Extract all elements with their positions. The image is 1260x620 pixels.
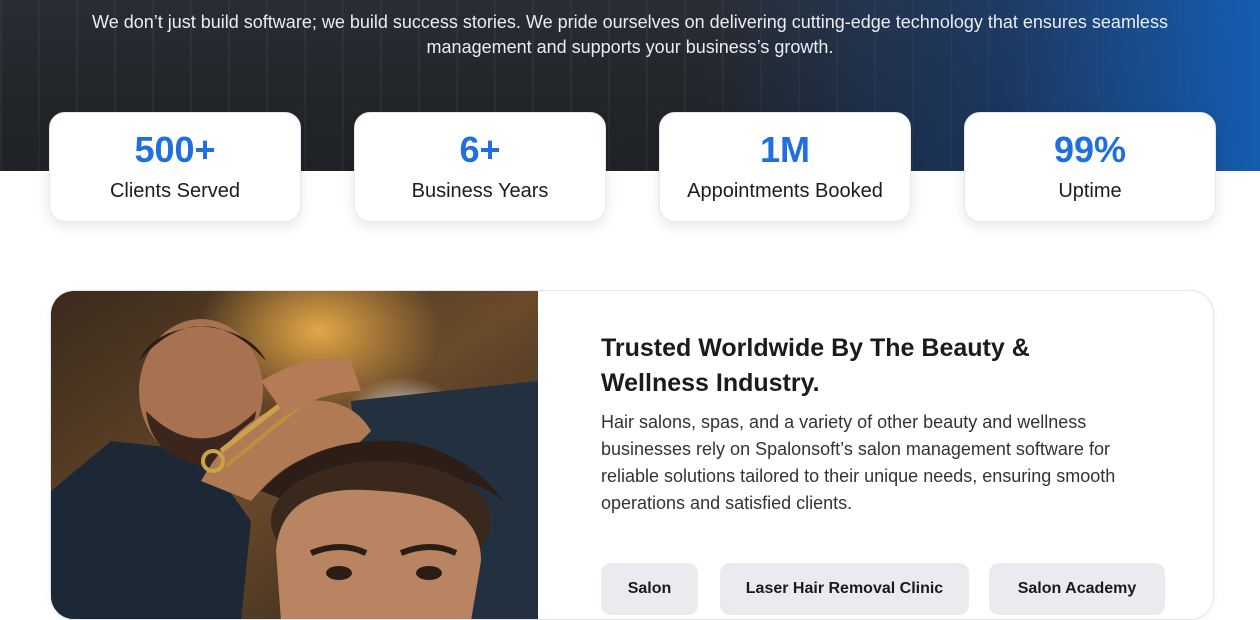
- stat-card-uptime: 99% Uptime: [964, 112, 1216, 222]
- stat-value: 1M: [759, 129, 810, 170]
- feature-title: Trusted Worldwide By The Beauty & Wellne…: [601, 331, 1101, 401]
- hero-description: We don’t just build software; we build s…: [0, 10, 1260, 60]
- stat-value: 500+: [134, 129, 216, 170]
- stat-label: Uptime: [1058, 180, 1122, 202]
- tag-label: Salon: [627, 580, 672, 597]
- tag-salon-academy[interactable]: Salon Academy: [989, 563, 1165, 615]
- tag-label: Salon Academy: [1017, 580, 1137, 597]
- feature-title-line-2: Wellness Industry.: [601, 369, 820, 397]
- trusted-feature-section: Trusted Worldwide By The Beauty & Wellne…: [50, 290, 1214, 620]
- hero-line-2: management and supports your business’s …: [426, 37, 834, 57]
- stat-label: Appointments Booked: [687, 180, 883, 202]
- stat-label: Business Years: [411, 180, 549, 202]
- stat-value: 6+: [459, 129, 501, 170]
- stat-card-years: 6+ Business Years: [354, 112, 606, 222]
- tag-salon[interactable]: Salon: [601, 563, 698, 615]
- feature-description: Hair salons, spas, and a variety of othe…: [601, 412, 1116, 513]
- tag-laser-hair-removal-clinic[interactable]: Laser Hair Removal Clinic: [720, 563, 969, 615]
- tag-label: Laser Hair Removal Clinic: [745, 580, 944, 597]
- stat-card-clients: 500+ Clients Served: [49, 112, 301, 222]
- barber-photo: [51, 291, 538, 619]
- stat-value: 99%: [1053, 129, 1127, 170]
- stat-label: Clients Served: [109, 180, 241, 202]
- feature-title-line-1: Trusted Worldwide By The Beauty &: [601, 334, 1030, 362]
- hero-line-1: We don’t just build software; we build s…: [92, 12, 1168, 32]
- stat-card-appointments: 1M Appointments Booked: [659, 112, 911, 222]
